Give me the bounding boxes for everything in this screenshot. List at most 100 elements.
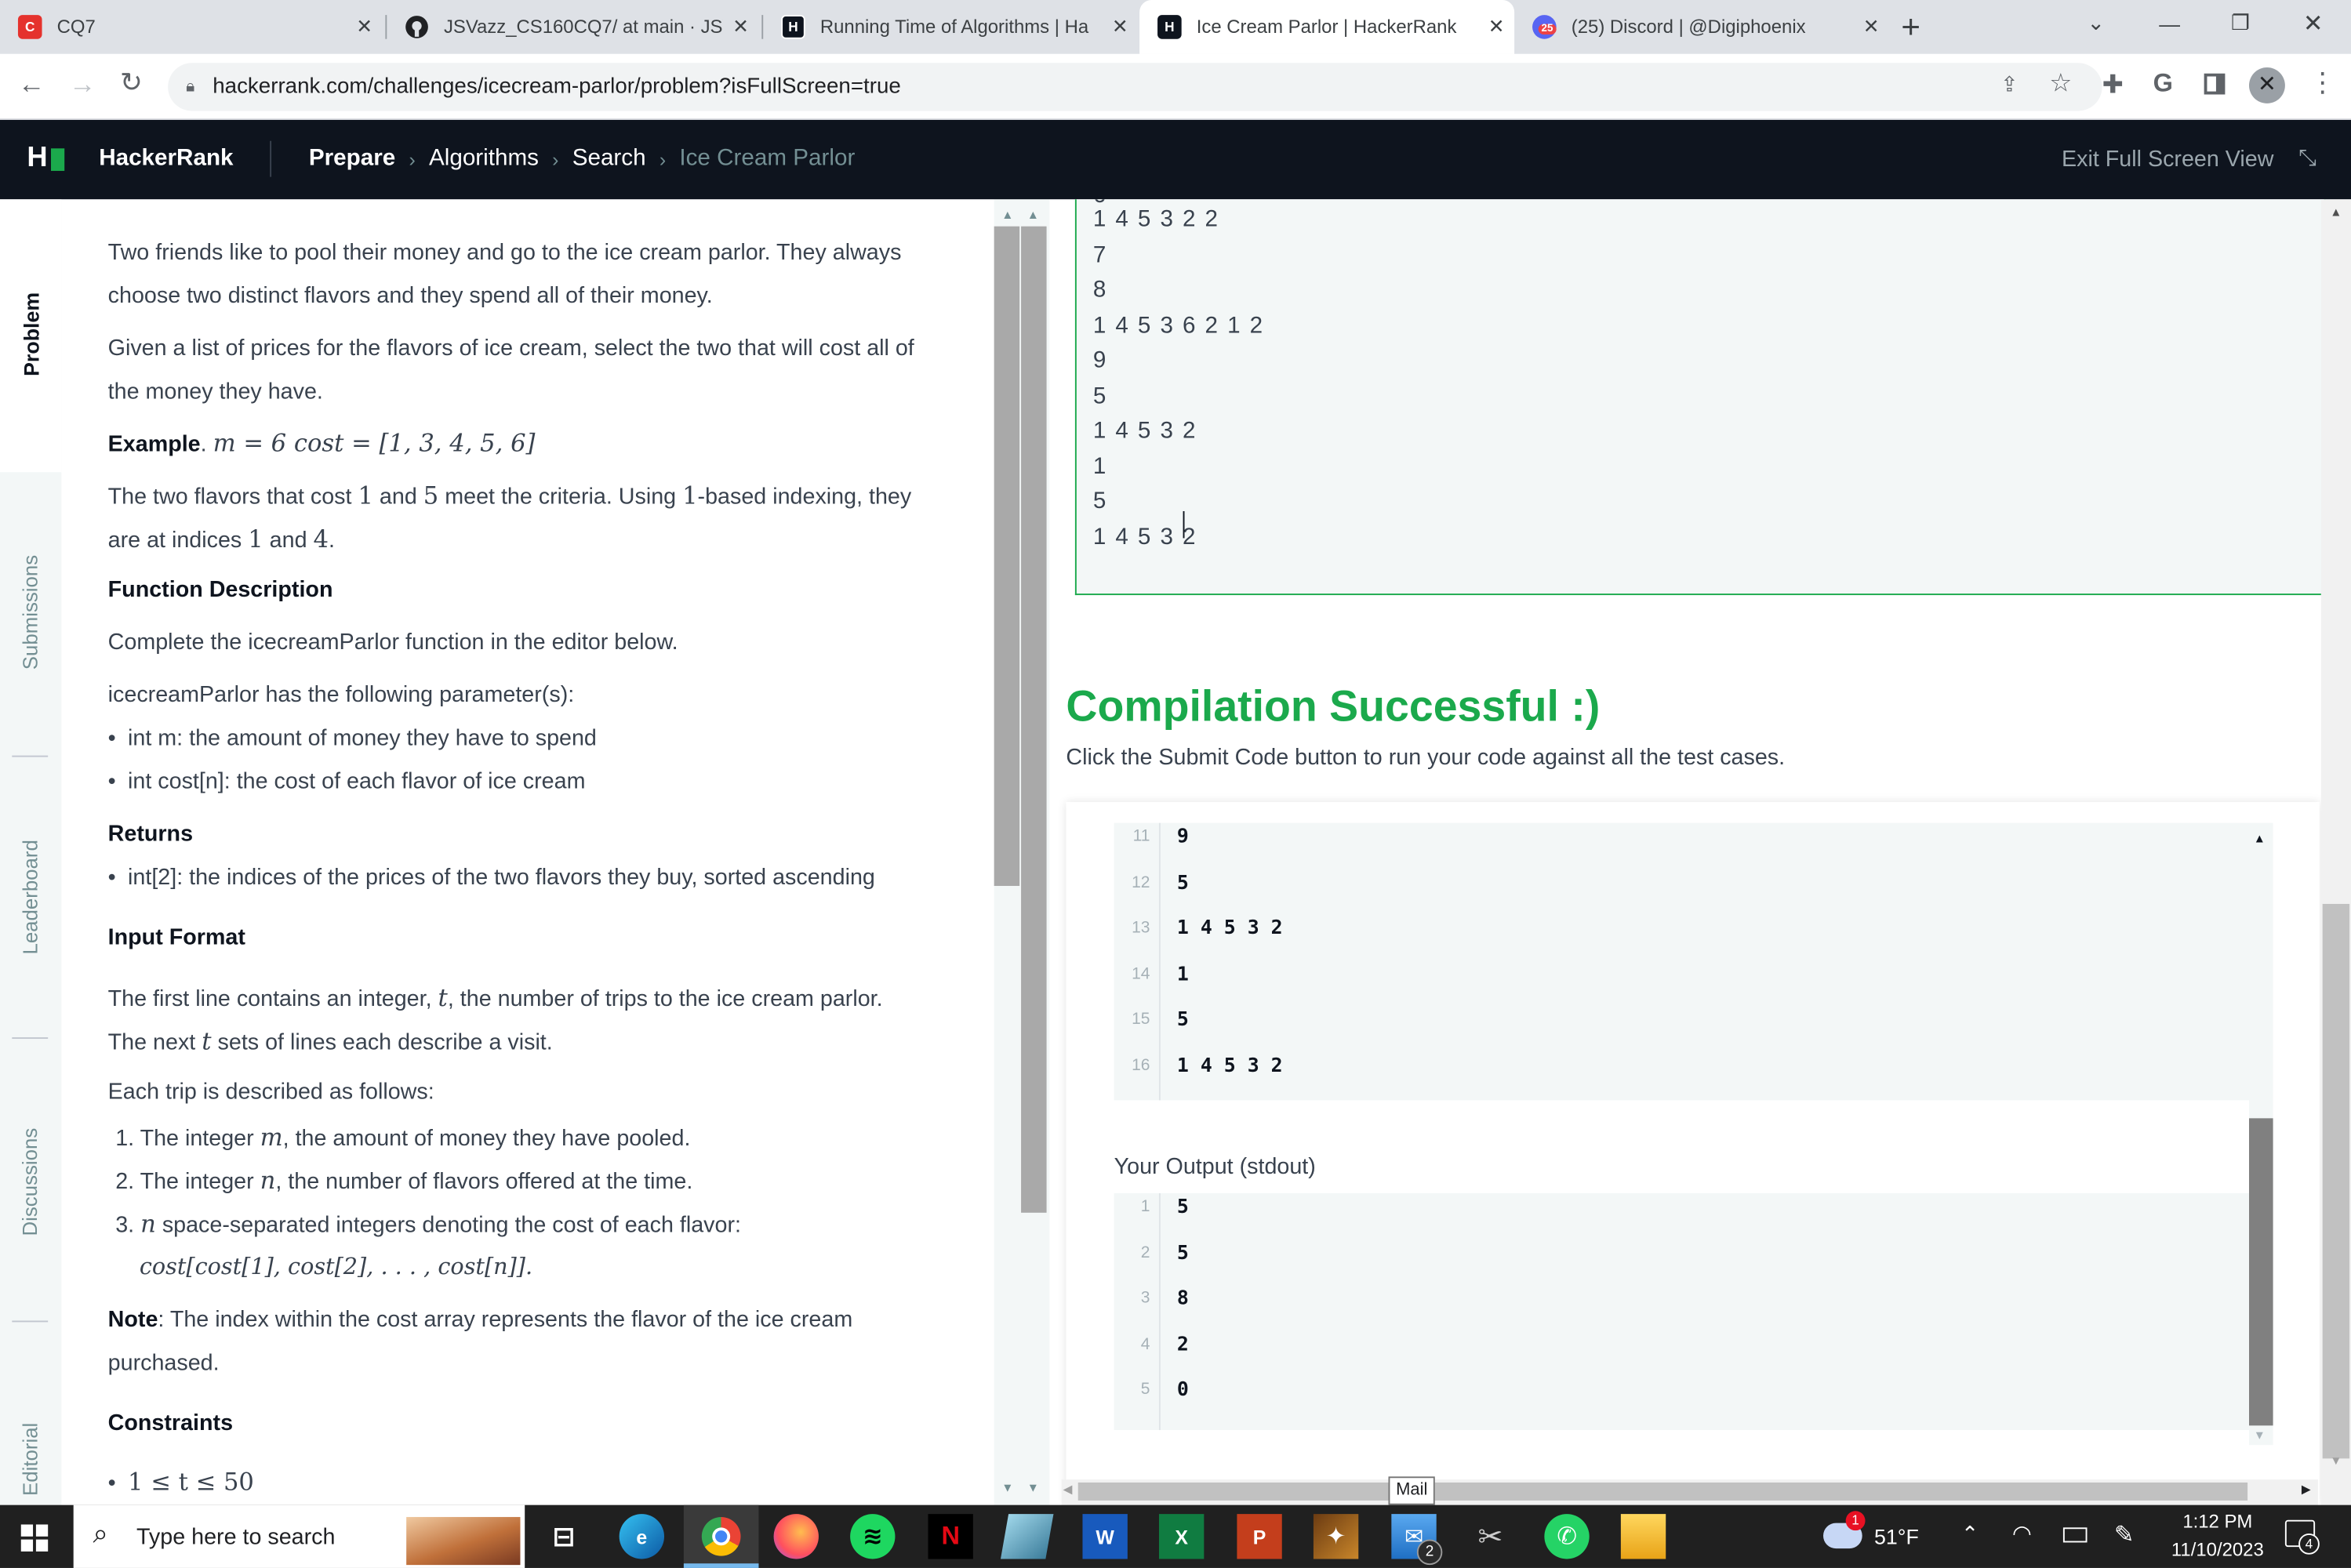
tab-submissions[interactable]: Submissions [0, 536, 61, 686]
note-line-1: Note: The index within the cost array re… [107, 1307, 853, 1333]
menu-kebab-icon[interactable]: ⋮ [2309, 67, 2335, 99]
tab-running-time[interactable]: H Running Time of Algorithms | Ha ✕ [763, 0, 1138, 54]
breadcrumb-algorithms[interactable]: Algorithms [429, 145, 539, 172]
tab-editorial[interactable]: Editorial [0, 1406, 61, 1511]
excel-icon[interactable]: X [1158, 1514, 1205, 1559]
windows-start-icon[interactable] [20, 1524, 49, 1552]
tab-title: JSVazz_CS160CQ7/ at main · JSV [443, 16, 723, 38]
side-tab-rail: Problem Submissions Leaderboard Discussi… [0, 199, 62, 1505]
close-tab-icon[interactable]: ✕ [1478, 15, 1514, 39]
panel-splitter[interactable]: ▲ ▲ ▼ ▼ [994, 199, 1050, 1505]
tab-leaderboard[interactable]: Leaderboard [0, 822, 61, 971]
mail-icon[interactable]: ✉ 2 [1391, 1514, 1443, 1566]
input-format-line-1: The first line contains an integer, t, t… [107, 983, 883, 1012]
close-window-button[interactable]: ✕ [2303, 9, 2324, 38]
code-line: 1 [1176, 963, 1189, 986]
hackerrank-header: H HackerRank Prepare › Algorithms › Sear… [0, 119, 2351, 200]
line-number: 4 [1140, 1334, 1150, 1353]
chrome-taskbar-active[interactable] [683, 1504, 759, 1568]
edge-icon[interactable]: e [619, 1514, 665, 1559]
extensions-puzzle-icon[interactable]: ✚ [2102, 71, 2124, 100]
result-scrollbar-thumb[interactable] [2249, 1118, 2273, 1426]
page-scrollbar-thumb[interactable] [2322, 903, 2350, 1459]
profile-avatar[interactable]: ✕ [2249, 67, 2285, 103]
breadcrumb-search[interactable]: Search [572, 145, 646, 172]
tab-github[interactable]: JSVazz_CS160CQ7/ at main · JSV ✕ [387, 0, 758, 54]
share-icon[interactable]: ⇪ [2000, 72, 2018, 98]
horizontal-scrollbar[interactable]: ◀ ▶ [1061, 1479, 2318, 1505]
spotify-icon[interactable]: ≋ [850, 1514, 896, 1559]
splitter-scrollbar-thumb[interactable] [1021, 226, 1047, 1213]
test-result-card: 11 9 12 5 13 1 4 5 3 2 14 1 15 5 16 1 4 5 3 2 ▲ ▼ Y… [1066, 801, 2320, 1505]
returns-item: • int[2]: the indices of the prices of th… [107, 865, 875, 891]
hackerrank-favicon-icon: H [781, 15, 805, 39]
trip-step: 1. The integer m, the amount of money th… [115, 1123, 691, 1152]
close-tab-icon[interactable]: ✕ [1102, 15, 1138, 39]
tab-cq7[interactable]: C CQ7 ✕ [0, 0, 383, 54]
breadcrumb-prepare[interactable]: Prepare [309, 145, 395, 172]
mail-tooltip: Mail [1388, 1476, 1435, 1505]
notifications-icon[interactable]: 4 [2284, 1519, 2320, 1555]
firefox-icon[interactable] [773, 1514, 819, 1559]
whatsapp-icon[interactable]: ✆ [1544, 1514, 1590, 1559]
custom-input-textarea[interactable]: 6 1 4 5 3 2 2781 4 5 3 6 2 1 2951 4 5 3 … [1074, 199, 2326, 596]
powerpoint-icon[interactable]: P [1237, 1514, 1282, 1559]
weather-badge: 1 [1845, 1511, 1866, 1531]
custom-input-line: 1 4 5 3 2 2 [1092, 206, 1219, 233]
bookmark-star-icon[interactable]: ☆ [2049, 69, 2072, 99]
tab-problem[interactable]: Problem [0, 260, 61, 409]
tab-ice-cream-parlor[interactable]: H Ice Cream Parlor | HackerRank ✕ [1139, 0, 1515, 54]
hackerrank-logo-icon[interactable]: H [27, 143, 64, 176]
reload-icon[interactable]: ↻ [120, 67, 143, 99]
close-tab-icon[interactable]: ✕ [723, 15, 759, 39]
close-tab-icon[interactable]: ✕ [1853, 15, 1889, 39]
task-view-icon[interactable]: ⊟ [541, 1514, 586, 1559]
clock-time[interactable]: 1:12 PM [2165, 1511, 2270, 1532]
grammarly-g-icon[interactable]: G [2153, 69, 2173, 99]
explain-line-2: are at indices 1 and 4. [107, 524, 335, 554]
breadcrumb: Prepare › Algorithms › Search › Ice Crea… [309, 145, 855, 172]
wifi-icon[interactable]: ◠ [2012, 1520, 2032, 1548]
result-scrollbar[interactable]: ▲ ▼ [2249, 822, 2273, 1446]
brand-name[interactable]: HackerRank [99, 145, 233, 172]
snipping-tool-icon[interactable]: ✂ [1468, 1514, 1513, 1559]
problem-scrollbar-thumb[interactable] [994, 226, 1020, 886]
function-description-heading: Function Description [107, 577, 333, 603]
taskbar-search-box[interactable]: ⌕ Type here to search [73, 1504, 525, 1568]
game-app-icon[interactable]: ✦ [1313, 1514, 1359, 1559]
pen-icon[interactable]: ✎ [2114, 1520, 2135, 1550]
tab-discord[interactable]: 25 (25) Discord | @Digiphoenix ✕ [1514, 0, 1889, 54]
line-number: 12 [1132, 873, 1150, 891]
exit-full-screen-link[interactable]: Exit Full Screen View [2062, 147, 2273, 172]
constraint-item: • 1 ≤ t ≤ 50 [107, 1467, 254, 1497]
notes-app-icon[interactable] [1000, 1514, 1054, 1559]
line-number: 3 [1140, 1289, 1150, 1308]
browser-tab-strip: C CQ7 ✕ JSVazz_CS160CQ7/ at main · JSV ✕… [0, 0, 2351, 54]
custom-input-line: 5 [1092, 488, 1108, 514]
tab-search-icon[interactable]: ⌄ [2088, 10, 2105, 36]
restore-button[interactable]: ❐ [2231, 10, 2250, 36]
close-tab-icon[interactable]: ✕ [347, 15, 383, 39]
back-arrow-icon[interactable]: ← [18, 69, 45, 100]
weather-temp[interactable]: 51°F [1874, 1525, 1919, 1549]
collapse-arrows-icon[interactable]: ⤡ [2298, 145, 2316, 171]
tab-discussions[interactable]: Discussions [0, 1106, 61, 1256]
weather-cloud-icon[interactable]: 1 [1822, 1511, 1866, 1549]
horizontal-scrollbar-thumb[interactable] [1077, 1482, 2248, 1501]
page-scrollbar[interactable]: ▲ ▼ [2320, 199, 2351, 1505]
forward-arrow-icon[interactable]: → [69, 69, 96, 100]
minimize-button[interactable]: — [2159, 12, 2180, 36]
address-bar[interactable]: 🔒︎ hackerrank.com/challenges/icecream-pa… [168, 63, 2102, 111]
problem-statement: Two friends like to pool their money and… [61, 199, 994, 1505]
new-tab-button[interactable]: + [1901, 8, 1920, 47]
file-explorer-icon[interactable] [1620, 1514, 1666, 1559]
code-line: 9 [1176, 826, 1189, 849]
netflix-icon[interactable]: N [928, 1514, 973, 1559]
battery-icon[interactable] [2062, 1527, 2088, 1543]
word-icon[interactable]: W [1082, 1514, 1128, 1559]
custom-input-line: 5 [1092, 383, 1108, 409]
side-panel-icon[interactable] [2204, 73, 2226, 95]
lock-icon: 🔒︎ [186, 77, 195, 96]
chevron-up-icon[interactable]: ⌃ [1961, 1522, 1979, 1548]
clock-date[interactable]: 11/10/2023 [2165, 1540, 2270, 1561]
